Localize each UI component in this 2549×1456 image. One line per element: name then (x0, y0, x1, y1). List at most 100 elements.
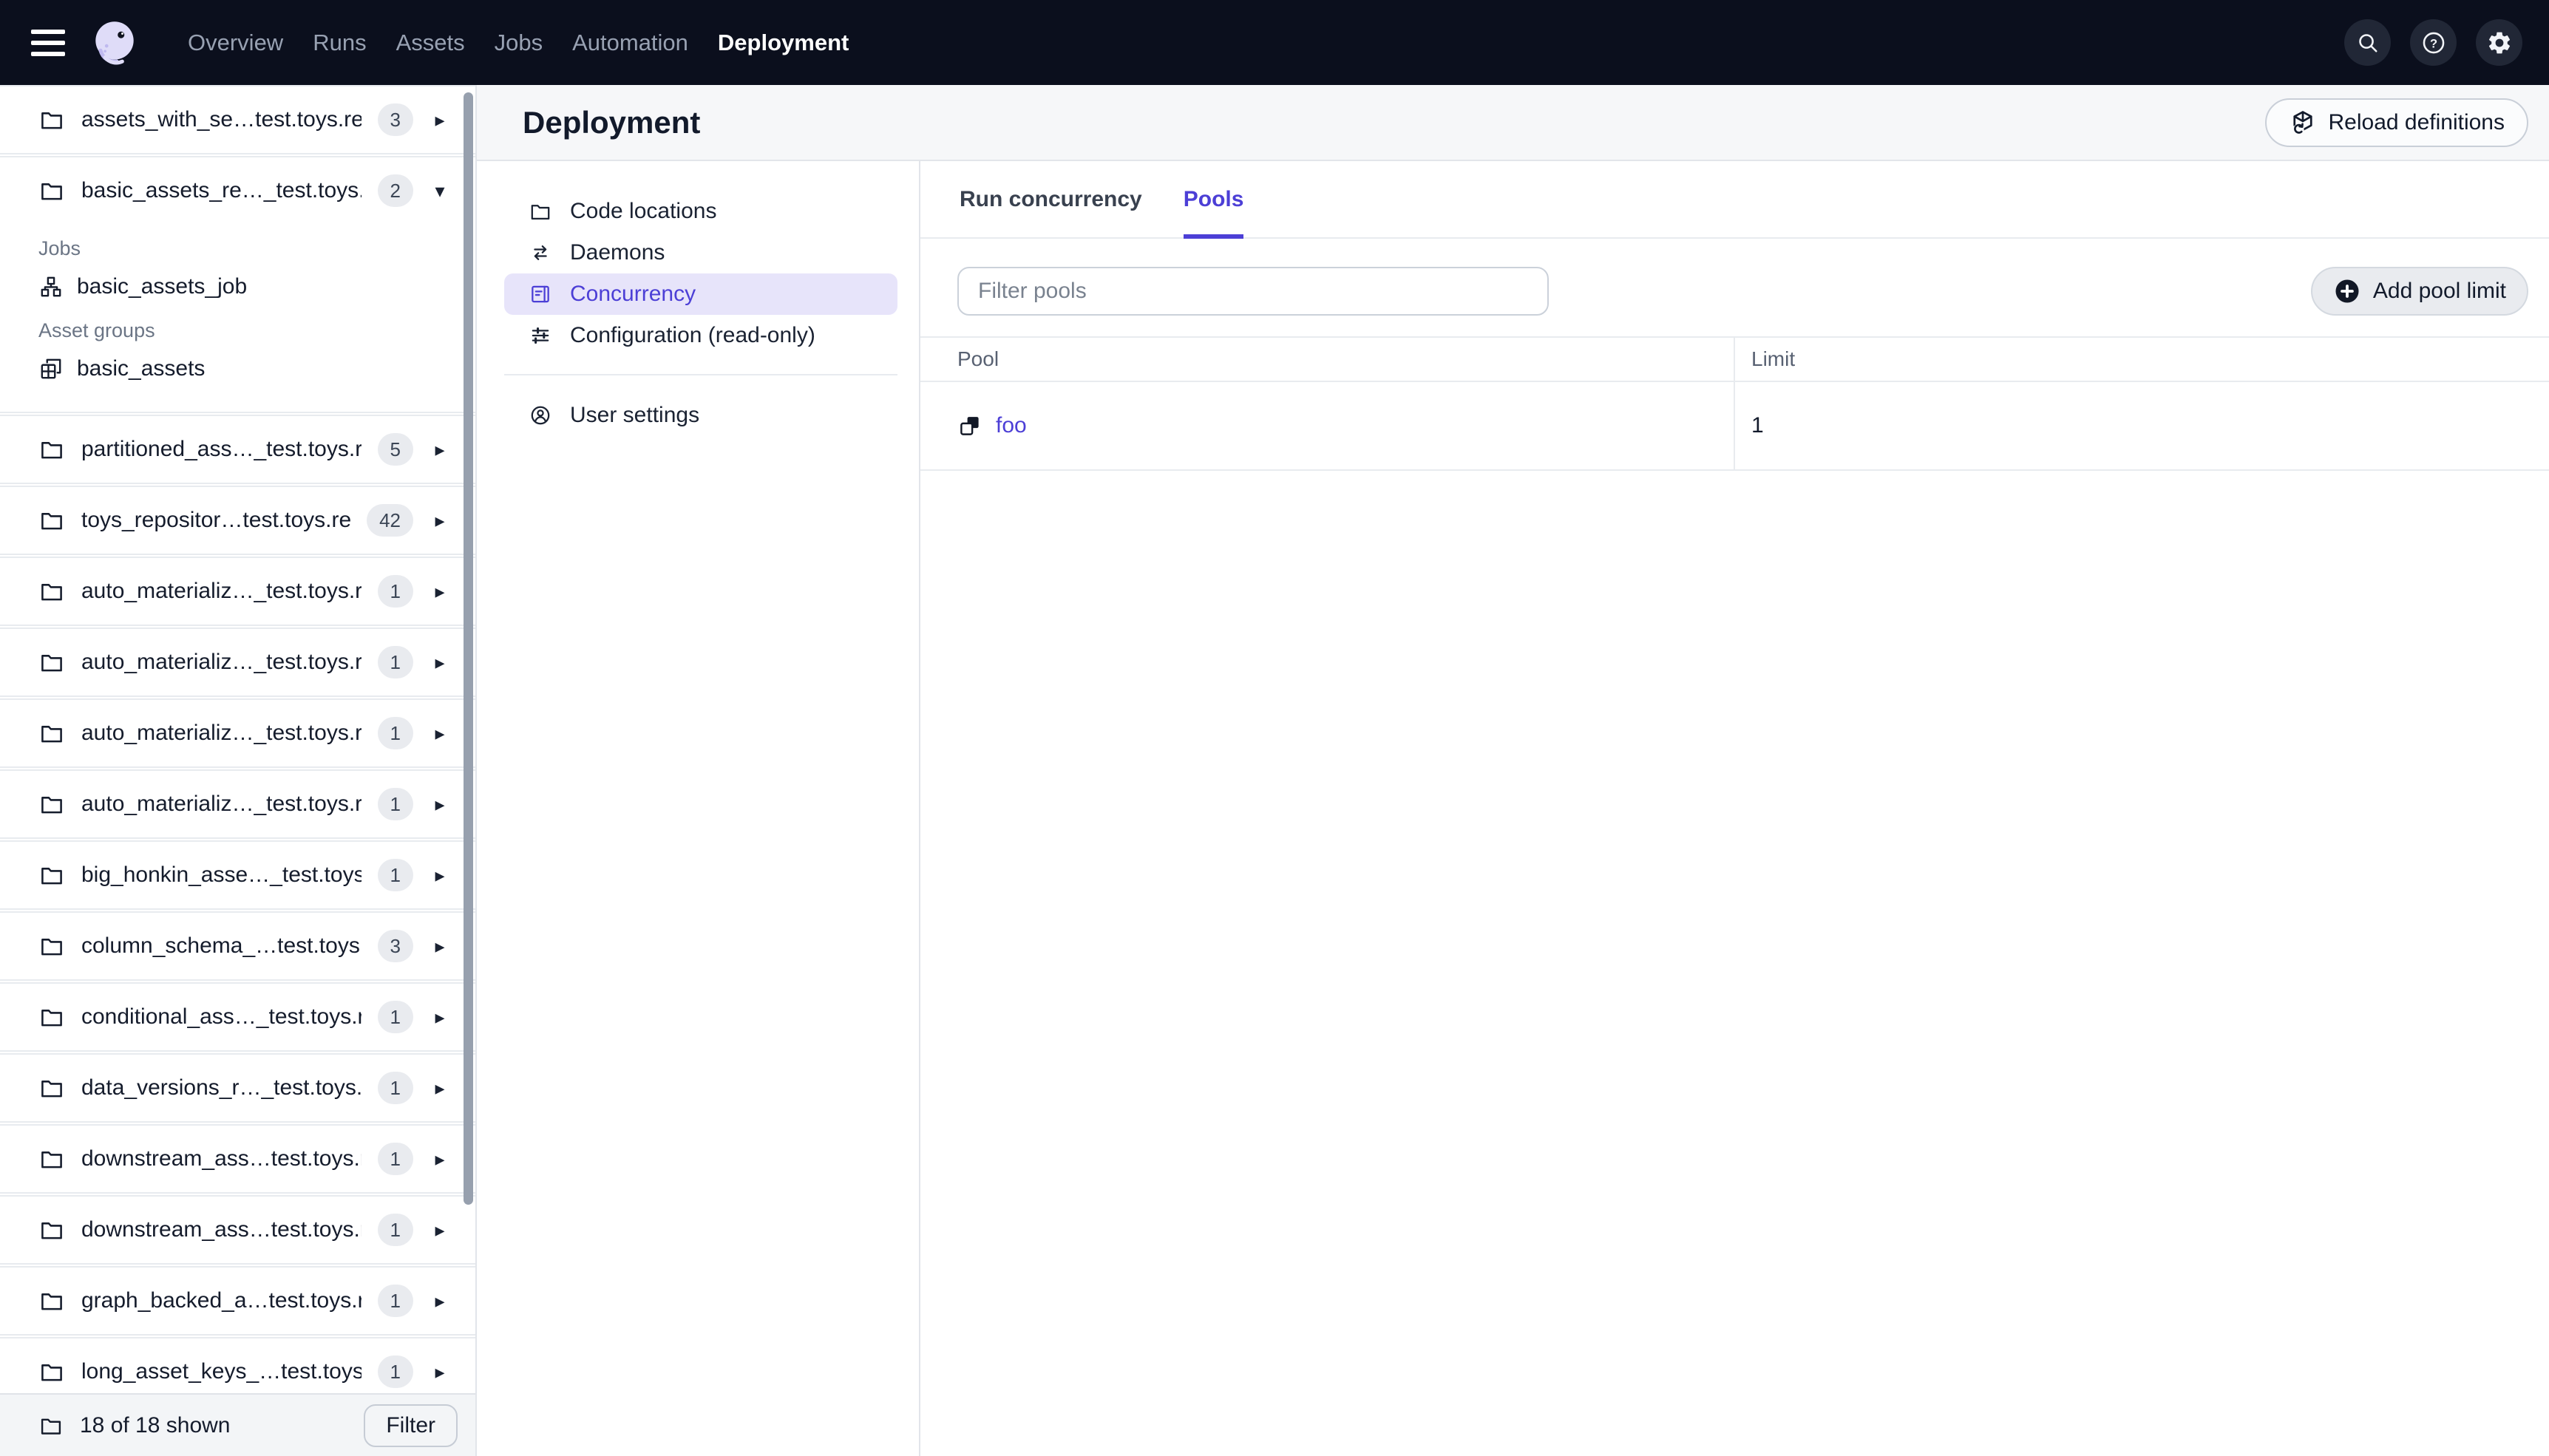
nav-item-deployment[interactable]: Deployment (703, 30, 863, 56)
code-location-row[interactable]: long_asset_keys_…test.toys.rep 1 ▸ (0, 1338, 475, 1393)
folder-icon (38, 177, 65, 204)
nav-item-automation[interactable]: Automation (557, 30, 703, 56)
folder-icon (38, 649, 65, 676)
code-location-row[interactable]: auto_materializ…_test.toys.repo 1 ▸ (0, 700, 475, 766)
folder-icon (38, 862, 65, 888)
tab-pools[interactable]: Pools (1183, 161, 1243, 239)
jobs-item[interactable]: basic_assets_job (38, 266, 475, 307)
help-button[interactable]: ? (2410, 19, 2457, 66)
reload-definitions-button[interactable]: Reload definitions (2264, 98, 2528, 147)
reload-cube-icon (2289, 109, 2317, 137)
section-heading-asset-groups: Asset groups (38, 319, 155, 341)
code-location-label: basic_assets_re…_test.toys.rep (81, 178, 362, 203)
chevron-right-icon[interactable]: ▸ (430, 864, 450, 887)
chevron-right-icon[interactable]: ▸ (430, 793, 450, 816)
chevron-right-icon[interactable]: ▸ (430, 1148, 450, 1171)
folder-icon (38, 1075, 65, 1101)
chevron-right-icon[interactable]: ▸ (430, 109, 450, 132)
chevron-right-icon[interactable]: ▸ (430, 580, 450, 603)
code-location-row[interactable]: toys_repositor…test.toys.repo 42 ▸ (0, 487, 475, 554)
folder-icon (38, 436, 65, 463)
code-location-label: graph_backed_a…test.toys.repo (81, 1288, 362, 1313)
code-location-item: data_versions_r…_test.toys.rep 1 ▸ (0, 1053, 475, 1123)
pools-table: Pool Limit foo 1 (920, 336, 2549, 471)
chevron-right-icon[interactable]: ▸ (430, 1006, 450, 1029)
chevron-right-icon[interactable]: ▸ (430, 1077, 450, 1100)
chevron-right-icon[interactable]: ▸ (430, 1290, 450, 1313)
nav-item-jobs[interactable]: Jobs (480, 30, 557, 56)
code-location-expanded: Jobs basic_assets_job Asset groups basic_as… (0, 224, 475, 412)
daemons-icon (529, 241, 552, 265)
add-pool-limit-button[interactable]: Add pool limit (2310, 267, 2528, 316)
chevron-right-icon[interactable]: ▸ (430, 722, 450, 745)
count-badge: 1 (377, 1072, 413, 1104)
add-pool-limit-label: Add pool limit (2372, 279, 2506, 303)
search-button[interactable] (2344, 19, 2391, 66)
code-location-row[interactable]: auto_materializ…_test.toys.repo 1 ▸ (0, 558, 475, 625)
pool-link[interactable]: foo (996, 413, 1027, 438)
code-location-row[interactable]: basic_assets_re…_test.toys.rep 2 ▾ (0, 157, 475, 224)
code-location-item: assets_with_se…test.toys.repo 3 ▸ (0, 85, 475, 154)
chevron-right-icon[interactable]: ▸ (430, 438, 450, 461)
limit-value: 1 (1751, 413, 1764, 438)
subnav-item-label: Daemons (570, 240, 665, 265)
pools-toolbar: Add pool limit (957, 267, 2528, 316)
pool-column-header: Pool (957, 347, 999, 370)
folder-icon (38, 106, 65, 133)
count-badge: 5 (377, 433, 413, 466)
subnav-item-code-locations[interactable]: Code locations (504, 191, 897, 232)
pools-table-body: foo 1 (920, 382, 2549, 471)
code-location-row[interactable]: downstream_ass…test.toys.rep 1 ▸ (0, 1197, 475, 1263)
chevron-right-icon[interactable]: ▸ (430, 509, 450, 532)
sidebar-filter-button[interactable]: Filter (364, 1404, 458, 1447)
count-badge: 1 (377, 1355, 413, 1388)
chevron-right-icon[interactable]: ▸ (430, 1361, 450, 1384)
pool-cell: foo (920, 382, 1734, 469)
code-location-row[interactable]: partitioned_ass…_test.toys.rep 5 ▸ (0, 416, 475, 483)
main-area: Deployment Reload definitions Code locat… (477, 85, 2549, 1456)
code-location-row[interactable]: assets_with_se…test.toys.repo 3 ▸ (0, 86, 475, 153)
nav-item-assets[interactable]: Assets (381, 30, 480, 56)
subnav-item-configuration-read-only[interactable]: Configuration (read-only) (504, 315, 897, 356)
subnav-item-user-settings[interactable]: User settings (504, 395, 897, 436)
subnav-item-daemons[interactable]: Daemons (504, 232, 897, 273)
code-location-label: toys_repositor…test.toys.repo (81, 508, 351, 532)
code-location-row[interactable]: auto_materializ…_test.toys.repo 1 ▸ (0, 629, 475, 695)
settings-button[interactable] (2476, 19, 2522, 66)
filter-pools-input[interactable] (957, 267, 1549, 316)
code-location-label: auto_materializ…_test.toys.repo (81, 792, 362, 816)
code-location-label: auto_materializ…_test.toys.repo (81, 579, 362, 603)
code-location-row[interactable]: conditional_ass…_test.toys.repo 1 ▸ (0, 984, 475, 1050)
chevron-right-icon[interactable]: ▸ (430, 1219, 450, 1242)
code-location-row[interactable]: data_versions_r…_test.toys.rep 1 ▸ (0, 1055, 475, 1121)
code-location-row[interactable]: auto_materializ…_test.toys.repo 1 ▸ (0, 771, 475, 837)
hamburger-menu-icon[interactable] (31, 29, 65, 56)
folder-icon (529, 200, 552, 223)
folder-icon (38, 1413, 64, 1438)
nav-item-overview[interactable]: Overview (173, 30, 298, 56)
sidebar-scrollbar[interactable] (464, 92, 473, 1205)
pool-icon (957, 413, 982, 438)
code-location-row[interactable]: graph_backed_a…test.toys.repo 1 ▸ (0, 1268, 475, 1334)
code-location-item: downstream_ass…test.toys.rep 1 ▸ (0, 1195, 475, 1265)
chevron-right-icon[interactable]: ▸ (430, 651, 450, 674)
folder-icon (38, 1004, 65, 1030)
count-badge: 3 (377, 930, 413, 962)
chevron-down-icon[interactable]: ▾ (430, 180, 450, 203)
code-location-label: partitioned_ass…_test.toys.rep (81, 437, 362, 461)
folder-icon (38, 933, 65, 959)
code-location-item: toys_repositor…test.toys.repo 42 ▸ (0, 486, 475, 555)
top-nav-bar: Overview Runs Assets Jobs Automation Deployme… (0, 0, 2549, 85)
code-location-label: big_honkin_asse…_test.toys.rep (81, 863, 362, 887)
nav-item-runs[interactable]: Runs (298, 30, 381, 56)
code-location-row[interactable]: big_honkin_asse…_test.toys.rep 1 ▸ (0, 842, 475, 908)
chevron-right-icon[interactable]: ▸ (430, 935, 450, 958)
code-location-row[interactable]: column_schema_…test.toys.rep 3 ▸ (0, 913, 475, 979)
asset-groups-item[interactable]: basic_assets (38, 348, 475, 389)
subnav-item-concurrency[interactable]: Concurrency (504, 273, 897, 315)
tab-run-concurrency[interactable]: Run concurrency (960, 161, 1142, 237)
code-location-list: assets_with_se…test.toys.repo 3 ▸ basic_ass… (0, 85, 475, 1393)
dagster-logo[interactable] (87, 16, 142, 70)
count-badge: 3 (377, 103, 413, 136)
code-location-row[interactable]: downstream_ass…test.toys.rep 1 ▸ (0, 1126, 475, 1192)
